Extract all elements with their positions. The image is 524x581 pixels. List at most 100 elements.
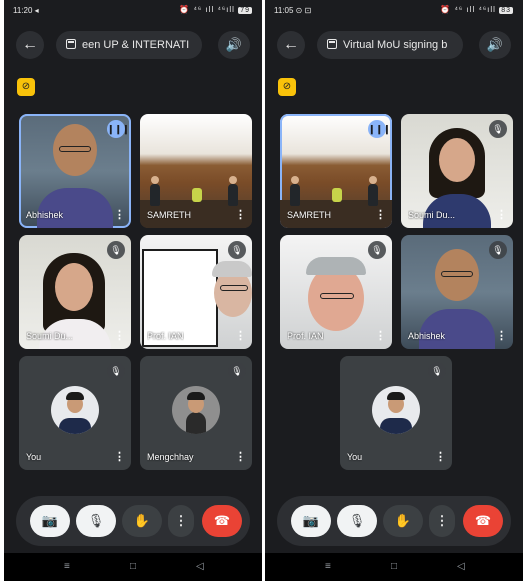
video-feed-plant — [332, 188, 342, 202]
video-feed-head — [229, 176, 237, 184]
end-call-button[interactable]: ☎ — [463, 505, 503, 537]
android-nav-bar: ≡ □ ◁ — [4, 553, 262, 581]
nav-back-button[interactable]: ◁ — [196, 561, 204, 572]
camera-off-icon: 📷 — [41, 513, 59, 528]
right-phone-screen: 11:05 ⊙ ⊡ ⏰ ⁴⁶ ıll ⁴⁶ıll 83 ← Virtual Mo… — [265, 0, 523, 581]
status-bar: 11:05 ⊙ ⊡ ⏰ ⁴⁶ ıll ⁴⁶ıll 83 — [265, 0, 523, 22]
video-feed-head — [151, 176, 159, 184]
back-button[interactable]: ← — [277, 31, 305, 59]
video-feed-head — [291, 176, 299, 184]
speaking-indicator-icon: ❙❙❙ — [368, 120, 391, 138]
participant-name: Soumi Du... — [408, 210, 456, 220]
status-time: 11:05 ⊙ ⊡ — [274, 6, 312, 15]
camera-off-badge[interactable]: ⊘ — [278, 78, 296, 96]
status-time: 11:20 ◂ — [13, 6, 39, 15]
meeting-title: Virtual MoU signing b — [343, 39, 448, 51]
audio-output-button[interactable]: 🔊 — [218, 31, 250, 59]
meeting-title-chip[interactable]: Virtual MoU signing b — [317, 31, 463, 59]
participant-name: You — [26, 452, 42, 462]
meeting-top-bar: ← een UP & INTERNATI 🔊 — [4, 27, 262, 63]
mic-off-icon: 🎙 — [489, 241, 507, 259]
camera-off-badge[interactable]: ⊘ — [17, 78, 35, 96]
mic-toggle-button[interactable]: 🎙 — [337, 505, 377, 537]
nav-back-button[interactable]: ◁ — [457, 561, 465, 572]
speaking-indicator-icon: ❙❙❙ — [107, 120, 130, 138]
raise-hand-button[interactable]: ✋ — [383, 505, 423, 537]
video-feed-person — [290, 184, 300, 206]
participant-menu-button[interactable]: ⋮ — [114, 331, 125, 342]
participant-menu-button[interactable]: ⋮ — [496, 210, 507, 221]
nav-home-button[interactable]: □ — [391, 561, 397, 572]
camera-toggle-button[interactable]: 📷 — [291, 505, 331, 537]
end-call-button[interactable]: ☎ — [202, 505, 242, 537]
participant-tile-abhishek[interactable]: ❙❙❙ Abhishek ⋮ — [19, 114, 131, 228]
participant-name: You — [347, 452, 363, 462]
participant-menu-button[interactable]: ⋮ — [114, 452, 125, 463]
nav-home-button[interactable]: □ — [130, 561, 136, 572]
participant-menu-button[interactable]: ⋮ — [114, 210, 125, 221]
participant-tile-samreth[interactable]: ❙❙❙ SAMRETH ⋮ — [280, 114, 392, 228]
audio-output-button[interactable]: 🔊 — [479, 31, 511, 59]
mic-off-icon: 🎙 — [107, 362, 125, 380]
mic-off-icon: 🎙 — [228, 362, 246, 380]
participant-tile-samreth[interactable]: SAMRETH ⋮ — [140, 114, 252, 228]
more-options-button[interactable]: ⋮ — [168, 505, 194, 537]
meeting-top-bar: ← Virtual MoU signing b 🔊 — [265, 27, 523, 63]
participant-tile-ian[interactable]: 🎙 Prof. IAN ⋮ — [140, 235, 252, 349]
participant-menu-button[interactable]: ⋮ — [375, 210, 386, 221]
video-feed-face — [55, 263, 93, 311]
calendar-icon — [66, 39, 76, 49]
avatar — [51, 386, 99, 434]
participant-tile-abhishek[interactable]: 🎙 Abhishek ⋮ — [401, 235, 513, 349]
participant-menu-button[interactable]: ⋮ — [235, 331, 246, 342]
more-icon: ⋮ — [174, 513, 188, 528]
participant-name: SAMRETH — [147, 210, 192, 220]
camera-toggle-button[interactable]: 📷 — [30, 505, 70, 537]
video-feed-person — [150, 184, 160, 206]
participant-tile-ian[interactable]: 🎙 Prof. IAN ⋮ — [280, 235, 392, 349]
camera-off-badge-icon: ⊘ — [282, 81, 292, 92]
video-feed-glasses — [59, 146, 91, 152]
video-feed-person — [228, 184, 238, 206]
hand-icon: ✋ — [133, 513, 151, 528]
back-arrow-icon: ← — [283, 36, 299, 53]
participant-name: Abhishek — [26, 210, 64, 220]
video-feed — [419, 309, 495, 349]
battery-icon: 83 — [499, 7, 513, 14]
camera-off-icon: 📷 — [302, 513, 320, 528]
video-feed-glasses — [220, 285, 248, 291]
mic-off-icon: 🎙 — [428, 362, 446, 380]
nav-recents-button[interactable]: ≡ — [325, 561, 331, 572]
nav-recents-button[interactable]: ≡ — [64, 561, 70, 572]
meeting-title: een UP & INTERNATI — [82, 39, 190, 51]
mic-toggle-button[interactable]: 🎙 — [76, 505, 116, 537]
more-options-button[interactable]: ⋮ — [429, 505, 455, 537]
participant-tile-you[interactable]: 🎙 You ⋮ — [19, 356, 131, 470]
participant-name: Prof. IAN — [147, 331, 184, 341]
participant-tile-you[interactable]: 🎙 You ⋮ — [340, 356, 452, 470]
signal-icons: ⏰ ⁴⁶ ıll ⁴⁶ıll — [179, 5, 235, 14]
back-button[interactable]: ← — [16, 31, 44, 59]
participant-menu-button[interactable]: ⋮ — [235, 210, 246, 221]
video-feed-hair — [306, 257, 366, 275]
participant-name: Mengchhay — [147, 452, 194, 462]
battery-icon: 79 — [238, 7, 252, 14]
mic-off-icon: 🎙 — [348, 513, 366, 528]
video-feed-plant — [192, 188, 202, 202]
participant-menu-button[interactable]: ⋮ — [375, 331, 386, 342]
participant-tile-soumi[interactable]: 🎙 Soumi Du... ⋮ — [19, 235, 131, 349]
raise-hand-button[interactable]: ✋ — [122, 505, 162, 537]
back-arrow-icon: ← — [22, 36, 38, 53]
hand-icon: ✋ — [394, 513, 412, 528]
participant-menu-button[interactable]: ⋮ — [435, 452, 446, 463]
mic-off-icon: 🎙 — [489, 120, 507, 138]
more-icon: ⋮ — [435, 513, 449, 528]
participant-menu-button[interactable]: ⋮ — [496, 331, 507, 342]
video-feed-head — [369, 176, 377, 184]
video-feed-face — [439, 138, 475, 182]
participant-menu-button[interactable]: ⋮ — [235, 452, 246, 463]
meeting-title-chip[interactable]: een UP & INTERNATI — [56, 31, 202, 59]
participant-tile-soumi[interactable]: 🎙 Soumi Du... ⋮ — [401, 114, 513, 228]
speaker-icon: 🔊 — [225, 37, 243, 52]
participant-tile-mengchhay[interactable]: 🎙 Mengchhay ⋮ — [140, 356, 252, 470]
